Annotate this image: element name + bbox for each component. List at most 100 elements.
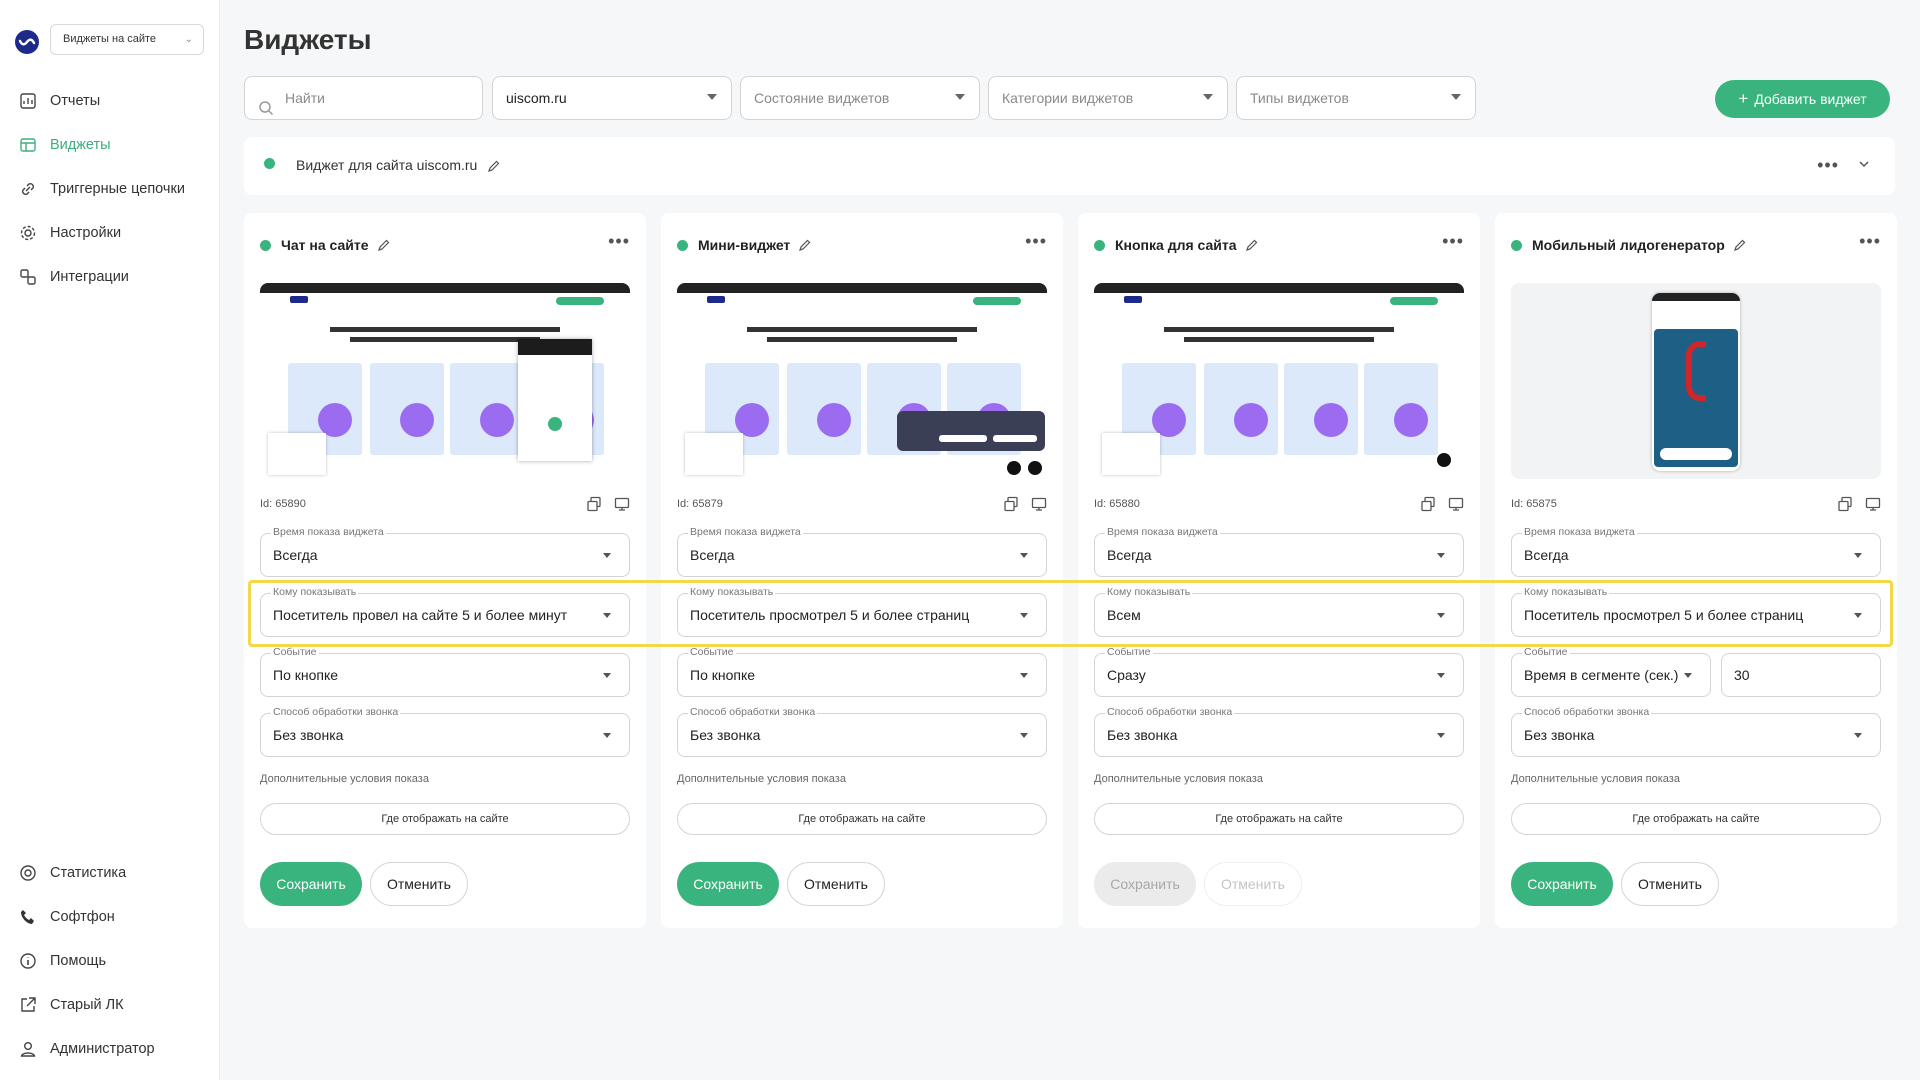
call-select[interactable]: Способ обработки звонка Без звонка	[1511, 706, 1881, 757]
audience-select[interactable]: Кому показывать Посетитель провел на сайт…	[260, 586, 630, 637]
status-dot	[1094, 239, 1105, 251]
event-seconds-input[interactable]: 30	[1721, 653, 1881, 697]
event-select[interactable]: Событие Время в сегменте (сек.)	[1511, 646, 1711, 697]
card-title: Кнопка для сайта	[1115, 237, 1237, 253]
widget-preview	[677, 283, 1047, 479]
field-value: Без звонка	[1107, 727, 1178, 743]
widget-card: Кнопка для сайта ••• Id: 65880 Время показа…	[1078, 213, 1480, 928]
sidebar-item-statistics[interactable]: Статистика	[18, 862, 126, 884]
status-dot	[264, 158, 275, 169]
time-select[interactable]: Время показа виджета Всегда	[1094, 526, 1464, 577]
add-widget-button[interactable]: + Добавить виджет	[1715, 80, 1890, 118]
sidebar-item-reports[interactable]: Отчеты	[18, 90, 100, 112]
call-select[interactable]: Способ обработки звонка Без звонка	[677, 706, 1047, 757]
audience-select[interactable]: Кому показывать Посетитель просмотрел 5 и…	[677, 586, 1047, 637]
save-button[interactable]: Сохранить	[260, 862, 362, 906]
caret-down-icon	[1020, 613, 1028, 618]
integrations-icon	[18, 267, 38, 287]
save-button[interactable]: Сохранить	[1511, 862, 1613, 906]
state-filter[interactable]: Состояние виджетов	[740, 76, 980, 120]
sidebar-item-help[interactable]: Помощь	[18, 950, 106, 972]
state-filter-placeholder: Состояние виджетов	[754, 90, 890, 106]
event-select[interactable]: Событие По кнопке	[677, 646, 1047, 697]
cancel-button[interactable]: Отменить	[1621, 862, 1719, 906]
more-icon[interactable]: •••	[1025, 231, 1047, 252]
status-dot	[677, 239, 688, 251]
card-header: Чат на сайте	[260, 235, 391, 255]
cancel-button[interactable]: Отменить	[370, 862, 468, 906]
plus-icon: +	[1738, 89, 1749, 108]
call-select[interactable]: Способ обработки звонка Без звонка	[1094, 706, 1464, 757]
sidebar-item-old-cabinet[interactable]: Старый ЛК	[18, 994, 124, 1016]
pencil-icon[interactable]	[1733, 238, 1747, 252]
copy-icon[interactable]	[1837, 496, 1853, 517]
sidebar-item-integrations[interactable]: Интеграции	[18, 266, 129, 288]
copy-icon[interactable]	[1003, 496, 1019, 517]
preview-site	[1094, 283, 1464, 479]
desktop-icon[interactable]	[1865, 496, 1881, 517]
time-select[interactable]: Время показа виджета Всегда	[1511, 526, 1881, 577]
save-button[interactable]: Сохранить	[677, 862, 779, 906]
field-value: Посетитель провел на сайте 5 и более мин…	[273, 607, 568, 623]
types-filter[interactable]: Типы виджетов	[1236, 76, 1476, 120]
sidebar-item-softphone[interactable]: Софтфон	[18, 906, 115, 928]
pencil-icon[interactable]	[1245, 238, 1259, 252]
card-header: Мобильный лидогенератор	[1511, 235, 1747, 255]
more-icon[interactable]: •••	[608, 231, 630, 252]
cancel-button[interactable]: Отменить	[787, 862, 885, 906]
caret-down-icon	[1854, 613, 1862, 618]
time-select[interactable]: Время показа виджета Всегда	[260, 526, 630, 577]
more-icon[interactable]: •••	[1817, 155, 1839, 176]
project-select[interactable]: Виджеты на сайте ⌄	[50, 24, 204, 55]
site-panel-title-text: Виджет для сайта uiscom.ru	[296, 157, 478, 173]
user-icon	[18, 1039, 38, 1059]
pencil-icon[interactable]	[798, 238, 812, 252]
logo-icon[interactable]	[15, 30, 39, 54]
chevron-down-icon[interactable]	[1857, 157, 1871, 176]
caret-down-icon	[1437, 553, 1445, 558]
where-to-show-button[interactable]: Где отображать на сайте	[260, 803, 630, 835]
field-value: По кнопке	[273, 667, 339, 683]
site-panel-title: Виджет для сайта uiscom.ru	[296, 157, 501, 173]
field-value: Время в сегменте (сек.)	[1524, 667, 1679, 683]
site-select[interactable]: uiscom.ru	[492, 76, 732, 120]
audience-select[interactable]: Кому показывать Посетитель просмотрел 5 и…	[1511, 586, 1881, 637]
caret-down-icon	[1203, 94, 1213, 100]
copy-icon[interactable]	[586, 496, 602, 517]
extra-conditions-label: Дополнительные условия показа	[1511, 773, 1680, 785]
phone-handset-icon	[1686, 341, 1706, 401]
event-select[interactable]: Событие По кнопке	[260, 646, 630, 697]
sidebar-item-widgets[interactable]: Виджеты	[18, 134, 111, 156]
copy-icon[interactable]	[1420, 496, 1436, 517]
widget-preview	[1511, 283, 1881, 479]
where-to-show-button[interactable]: Где отображать на сайте	[1511, 803, 1881, 835]
phone-icon	[18, 907, 38, 927]
call-select[interactable]: Способ обработки звонка Без звонка	[260, 706, 630, 757]
search-input[interactable]: Найти	[244, 76, 483, 120]
event-select[interactable]: Событие Сразу	[1094, 646, 1464, 697]
where-to-show-button[interactable]: Где отображать на сайте	[677, 803, 1047, 835]
gear-icon	[18, 223, 38, 243]
desktop-icon[interactable]	[1031, 496, 1047, 517]
save-button[interactable]: Сохранить	[1094, 862, 1196, 906]
preview-mini-widget	[897, 411, 1045, 451]
audience-select[interactable]: Кому показывать Всем	[1094, 586, 1464, 637]
pencil-icon[interactable]	[487, 159, 501, 173]
sidebar: Виджеты на сайте ⌄ Отчеты Виджеты Тригге…	[0, 0, 220, 1080]
sidebar-item-admin[interactable]: Администратор	[18, 1038, 155, 1060]
cancel-button[interactable]: Отменить	[1204, 862, 1302, 906]
more-icon[interactable]: •••	[1859, 231, 1881, 252]
where-to-show-button[interactable]: Где отображать на сайте	[1094, 803, 1464, 835]
sidebar-item-settings[interactable]: Настройки	[18, 222, 121, 244]
desktop-icon[interactable]	[614, 496, 630, 517]
site-panel[interactable]: Виджет для сайта uiscom.ru •••	[244, 137, 1895, 195]
desktop-icon[interactable]	[1448, 496, 1464, 517]
main-content: Виджеты Найти uiscom.ru Состояние виджет…	[220, 0, 1920, 1080]
field-value: Посетитель просмотрел 5 и более страниц	[690, 607, 970, 623]
pencil-icon[interactable]	[377, 238, 391, 252]
more-icon[interactable]: •••	[1442, 231, 1464, 252]
sidebar-item-chains[interactable]: Триггерные цепочки	[18, 178, 185, 200]
categories-filter[interactable]: Категории виджетов	[988, 76, 1228, 120]
caret-down-icon	[603, 673, 611, 678]
time-select[interactable]: Время показа виджета Всегда	[677, 526, 1047, 577]
